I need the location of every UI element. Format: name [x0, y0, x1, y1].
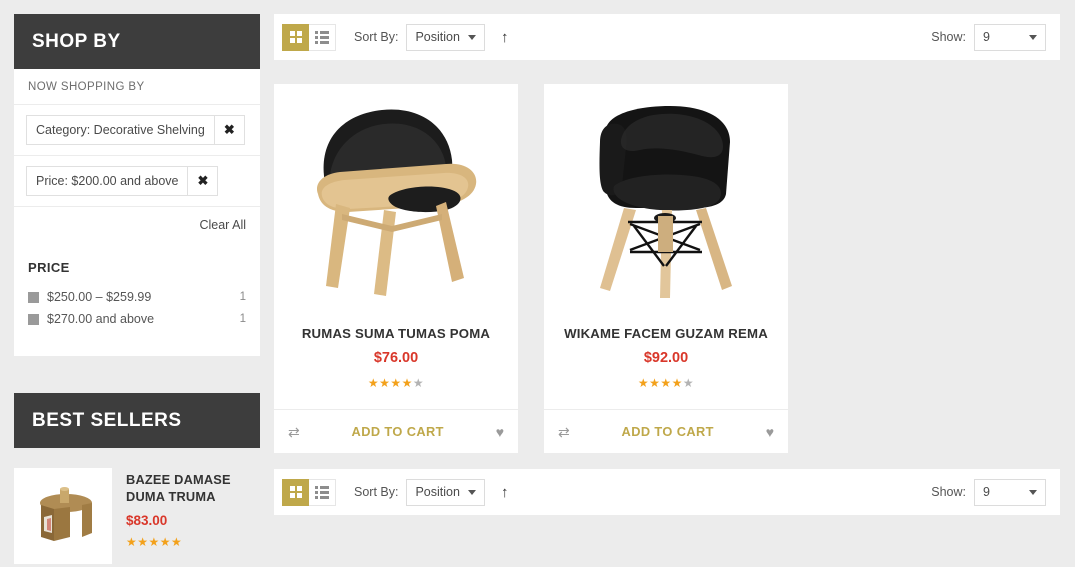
price-filter-title: PRICE: [28, 260, 70, 275]
clear-all-link[interactable]: Clear All: [199, 218, 246, 232]
remove-filter-icon[interactable]: ✖: [213, 116, 244, 144]
product-info: RUMAS SUMA TUMAS POMA $76.00 ★★★★★: [274, 322, 518, 409]
product-grid: RUMAS SUMA TUMAS POMA $76.00 ★★★★★ ⇄ ADD…: [274, 84, 1060, 453]
show-value: 9: [983, 485, 990, 499]
active-filter-label: Price: $200.00 and above: [36, 174, 179, 188]
toolbar-right-group: Show: 9: [931, 478, 1046, 506]
price-filter-option[interactable]: $250.00 – $259.99 1: [28, 286, 246, 308]
active-filter-row: Category: Decorative Shelving ✖: [14, 105, 260, 156]
list-view-button[interactable]: [309, 23, 336, 51]
best-sellers-list: BAZEE DAMASE DUMA TRUMA $83.00 ★★★★★: [14, 448, 260, 564]
best-seller-rating: ★★★★★: [126, 534, 183, 549]
compare-icon[interactable]: ⇄: [558, 425, 570, 439]
grid-view-button[interactable]: [282, 478, 309, 506]
price-swatch-icon: [28, 313, 39, 325]
show-label: Show:: [931, 30, 966, 44]
grid-view-button[interactable]: [282, 23, 309, 51]
chevron-down-icon: [1029, 489, 1037, 495]
product-actions: ⇄ ADD TO CART ♥: [544, 409, 788, 453]
product-listing-page: SHOP BY NOW SHOPPING BY Category: Decora…: [0, 0, 1075, 567]
product-price: $76.00: [373, 350, 419, 366]
price-option-count: 1: [239, 291, 246, 303]
sort-by-label: Sort By:: [354, 485, 399, 499]
product-name[interactable]: RUMAS SUMA TUMAS POMA: [284, 326, 508, 341]
product-price: $92.00: [643, 350, 689, 366]
price-option-label: $250.00 – $259.99: [47, 290, 152, 304]
toolbar-bottom: Sort By: Position ↑ Show: 9: [274, 469, 1060, 515]
best-seller-info: BAZEE DAMASE DUMA TRUMA $83.00 ★★★★★: [126, 468, 246, 564]
sort-by-value: Position: [415, 485, 460, 499]
chevron-down-icon: [467, 489, 476, 495]
side-table-image: [40, 487, 92, 541]
eames-armchair-image: [599, 106, 732, 298]
price-filter-section: PRICE $250.00 – $259.99 1 $270.00 and ab…: [14, 244, 260, 356]
list-view-button[interactable]: [309, 478, 336, 506]
price-filter-option[interactable]: $270.00 and above 1: [28, 308, 246, 330]
now-shopping-by-label: NOW SHOPPING BY: [14, 69, 260, 105]
main-content: Sort By: Position ↑ Show: 9 RUMAS SUMA T…: [274, 0, 1075, 567]
view-mode-switcher: [282, 478, 336, 506]
price-swatch-icon: [28, 291, 39, 303]
product-card: RUMAS SUMA TUMAS POMA $76.00 ★★★★★ ⇄ ADD…: [274, 84, 518, 453]
product-rating: ★★★★★: [637, 376, 695, 390]
best-seller-thumbnail[interactable]: [14, 468, 112, 564]
product-card: WIKAME FACEM GUZAM REMA $92.00 ★★★★★ ⇄ A…: [544, 84, 788, 453]
shell-chair-image: [316, 109, 477, 296]
sort-direction-button[interactable]: ↑: [501, 30, 509, 45]
product-rating: ★★★★★: [367, 376, 425, 390]
remove-filter-icon[interactable]: ✖: [187, 167, 217, 195]
best-sellers-block: BEST SELLERS BAZEE DAMASE DUMA TRUMA $83…: [14, 393, 260, 564]
view-mode-switcher: [282, 23, 336, 51]
active-filter-label: Category: Decorative Shelving: [36, 123, 205, 137]
list-icon: [315, 30, 329, 44]
list-icon: [315, 485, 329, 499]
price-option-label: $270.00 and above: [47, 312, 155, 326]
sort-by-select[interactable]: Position: [406, 478, 485, 506]
sidebar: SHOP BY NOW SHOPPING BY Category: Decora…: [0, 0, 274, 567]
add-to-cart-button[interactable]: ADD TO CART: [570, 424, 766, 439]
add-to-cart-button[interactable]: ADD TO CART: [300, 424, 496, 439]
compare-icon[interactable]: ⇄: [288, 425, 300, 439]
chevron-down-icon: [467, 34, 476, 40]
sort-direction-button[interactable]: ↑: [501, 485, 509, 500]
grid-icon: [289, 31, 302, 43]
active-filter-category[interactable]: Category: Decorative Shelving ✖: [26, 115, 245, 145]
best-seller-price: $83.00: [126, 512, 168, 528]
active-filter-price[interactable]: Price: $200.00 and above ✖: [26, 166, 219, 196]
best-seller-name[interactable]: BAZEE DAMASE DUMA TRUMA: [126, 472, 246, 506]
toolbar-top: Sort By: Position ↑ Show: 9: [274, 14, 1060, 60]
sort-by-value: Position: [415, 30, 460, 44]
show-value: 9: [983, 30, 990, 44]
product-info: WIKAME FACEM GUZAM REMA $92.00 ★★★★★: [544, 322, 788, 409]
product-name[interactable]: WIKAME FACEM GUZAM REMA: [554, 326, 778, 341]
wishlist-heart-icon[interactable]: ♥: [766, 424, 774, 440]
shop-by-title: SHOP BY: [14, 14, 260, 69]
show-per-page-select[interactable]: 9: [974, 23, 1046, 51]
show-per-page-select[interactable]: 9: [974, 478, 1046, 506]
show-label: Show:: [931, 485, 966, 499]
toolbar-right-group: Show: 9: [931, 23, 1046, 51]
product-image[interactable]: [544, 84, 788, 322]
wishlist-heart-icon[interactable]: ♥: [496, 424, 504, 440]
clear-all-row: Clear All: [14, 207, 260, 244]
best-sellers-title: BEST SELLERS: [14, 393, 260, 448]
price-option-count: 1: [239, 313, 246, 325]
sort-by-label: Sort By:: [354, 30, 399, 44]
product-image[interactable]: [274, 84, 518, 322]
active-filter-row: Price: $200.00 and above ✖: [14, 156, 260, 207]
product-actions: ⇄ ADD TO CART ♥: [274, 409, 518, 453]
grid-icon: [289, 486, 302, 498]
sort-by-select[interactable]: Position: [406, 23, 485, 51]
chevron-down-icon: [1029, 34, 1037, 40]
shop-by-panel: NOW SHOPPING BY Category: Decorative She…: [14, 69, 260, 356]
